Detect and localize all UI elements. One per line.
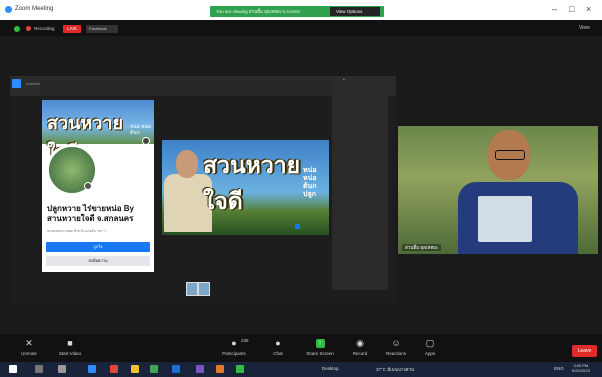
top-shared-panel: [40, 80, 332, 96]
chat-icon: ●: [275, 338, 281, 348]
chat-label: Chat: [273, 351, 283, 356]
title-bar: Zoom Meeting You are viewing ส่วนฮิ้ม ยุ…: [0, 0, 602, 20]
app-icon[interactable]: [150, 365, 158, 373]
unmute-button[interactable]: ✕ Unmute: [16, 338, 42, 357]
share-screen-button[interactable]: ↑ Share Screen: [302, 339, 338, 356]
mail-icon[interactable]: [172, 365, 180, 373]
start-video-label: Start Video: [58, 351, 82, 356]
windows-start-icon[interactable]: [9, 365, 17, 373]
close-icon[interactable]: ×: [586, 4, 591, 14]
windows-taskbar: Desktop 37°C มีเมฆบางส่วน ENG 3:00 PM 5/…: [0, 362, 602, 377]
shield-icon[interactable]: [14, 26, 20, 32]
speaker-video: ส่วนฮิ้ม ยุลเหทยะ: [398, 126, 598, 254]
message-button[interactable]: ส่งข้อความ: [46, 256, 150, 266]
plastic-bag: [478, 196, 532, 242]
cover-side-text: หน่อ หน่อ ต้นก: [130, 124, 151, 136]
microphone-muted-icon: ✕: [25, 338, 33, 348]
line-icon[interactable]: [236, 365, 244, 373]
weather-status[interactable]: 37°C มีเมฆบางส่วน: [376, 366, 414, 373]
app-icon[interactable]: [196, 365, 204, 373]
taskbar-clock[interactable]: 3:00 PM 5/20/2023: [572, 363, 590, 373]
man-head: [176, 150, 198, 178]
apps-icon: ▢: [425, 338, 435, 348]
participants-icon: ●: [231, 338, 237, 348]
reactions-label: Reactions: [385, 351, 406, 356]
screen-share-banner: You are viewing ส่วนฮิ้ม ยุลเหทยะ's scre…: [210, 6, 384, 17]
zoom-taskbar-icon[interactable]: [88, 365, 96, 373]
banner-image: สวนหวายใจดี หน่อ หน่อ ต้นก ปลูก: [162, 140, 329, 235]
unmute-label: Unmute: [21, 351, 37, 356]
view-button[interactable]: View: [579, 25, 590, 31]
page-cover-image: สวนหวายใจดี หน่อ หน่อ ต้นก: [42, 100, 154, 163]
apps-label: Apps: [424, 351, 436, 356]
share-screen-icon: ↑: [315, 339, 325, 348]
facebook-stream-button[interactable]: Facebook: [86, 25, 118, 33]
participants-button[interactable]: ● Participants 235: [212, 338, 256, 356]
screen-share-banner-text: You are viewing ส่วนฮิ้ม ยุลเหทยะ's scre…: [216, 9, 300, 14]
page-name: ปลูกหวาย ไร่ขายหน่อ By สานหวายใจดี จ.สกล…: [47, 204, 134, 223]
language-indicator[interactable]: ENG: [554, 366, 564, 371]
search-icon[interactable]: [35, 365, 43, 373]
minimize-icon[interactable]: –: [552, 4, 557, 14]
record-label: Record: [352, 351, 368, 356]
zoom-logo-icon: [5, 6, 12, 13]
leave-button[interactable]: Leave: [572, 345, 597, 357]
right-shared-panel: [332, 80, 388, 290]
meeting-toolbar: ✕ Unmute ■ Start Video ● Participants 23…: [0, 334, 602, 362]
shared-screen: Livestream ⤢ ·· สวนหวายใจดี หน่อ หน่อ ต้…: [10, 76, 396, 304]
reactions-button[interactable]: ☺ Reactions: [380, 338, 412, 357]
like-button[interactable]: ถูกใจ: [46, 242, 150, 252]
chat-button[interactable]: ● Chat: [266, 338, 290, 357]
window-title: Zoom Meeting: [15, 6, 54, 12]
banner-side-text: หน่อ หน่อ ต้นก ปลูก: [303, 167, 317, 198]
participants-count: 235: [241, 338, 249, 343]
thumbnail-1[interactable]: [186, 282, 198, 296]
start-video-button[interactable]: ■ Start Video: [50, 338, 90, 357]
video-camera-icon: ■: [67, 338, 73, 348]
recording-dot-icon: [26, 26, 31, 31]
browser-icon[interactable]: [110, 365, 118, 373]
folder-icon[interactable]: [131, 365, 139, 373]
meeting-status-bar: Recording LIVE Facebook View: [0, 20, 602, 36]
apps-button[interactable]: ▢ Apps: [418, 338, 442, 357]
reactions-icon: ☺: [391, 338, 401, 348]
participants-label: Participants: [222, 351, 246, 356]
live-badge[interactable]: LIVE: [63, 25, 81, 33]
record-icon: ◉: [356, 338, 364, 348]
app-icon[interactable]: [216, 365, 224, 373]
camera-icon[interactable]: [142, 137, 150, 145]
facebook-page-card: สวนหวายใจดี หน่อ หน่อ ต้นก ปลูกหวาย ไร่ข…: [42, 100, 154, 272]
thumbnail-2[interactable]: [198, 282, 210, 296]
page-description: ขายหน่อหวายสด ทำหวัง แกงส้ม ฯลฯ ฯ: [47, 229, 106, 233]
maximize-icon[interactable]: □: [569, 4, 574, 14]
app-icon: [12, 79, 21, 88]
recording-label: Recording: [34, 26, 55, 31]
facebook-icon: [295, 224, 300, 229]
record-button[interactable]: ◉ Record: [346, 338, 374, 357]
task-view-icon[interactable]: [58, 365, 66, 373]
camera-icon[interactable]: [84, 182, 92, 190]
desktop-label[interactable]: Desktop: [322, 366, 339, 371]
share-screen-label: Share Screen: [306, 351, 334, 356]
speaker-name: ส่วนฮิ้ม ยุลเหทยะ: [402, 244, 442, 251]
view-options-button[interactable]: View Options: [330, 7, 380, 16]
clock-date: 5/20/2023: [572, 368, 590, 373]
speaker-glasses: [495, 150, 525, 160]
thumbnail-strip: [186, 282, 210, 296]
